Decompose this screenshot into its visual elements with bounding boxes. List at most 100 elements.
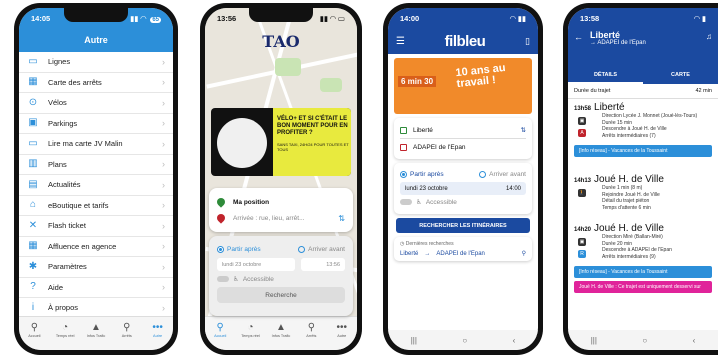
destination-subtitle: → ADAPEI de l'Epan <box>590 40 646 46</box>
date-field[interactable]: lundi 23 octobre <box>217 258 295 271</box>
tab-map[interactable]: CARTE <box>643 68 718 84</box>
screen-filbleu-home: 14:00 ◠ ▮▮ ☰ filbleu ▯ 6 min 30 10 ans a… <box>388 8 538 350</box>
tab-label: Infos Trafic <box>86 334 106 338</box>
menu-item-label: Carte des arrêts <box>48 77 102 87</box>
time-options-panel: Partir après Arriver avant lundi 23 octo… <box>209 236 353 316</box>
tab-accueil[interactable]: ⚲ Accueil <box>208 321 232 350</box>
recents-icon[interactable]: ||| <box>591 336 597 345</box>
info-alert-1[interactable]: [Info réseau] - Vacances de la Toussaint <box>574 145 712 157</box>
tab-autre[interactable]: ••• Autre <box>146 321 170 350</box>
home-icon[interactable]: ○ <box>462 336 467 345</box>
help-icon: ? <box>30 281 36 293</box>
tab-label: Autre <box>337 334 347 338</box>
hamburger-menu-icon[interactable]: ☰ <box>396 36 405 47</box>
tab-autre[interactable]: ••• Autre <box>330 321 354 350</box>
android-nav-bar: ||| ○ ‹ <box>568 330 718 350</box>
time-field[interactable]: 13:56 <box>301 258 345 271</box>
menu-item-car[interactable]: ▣ Parkings › <box>19 113 173 134</box>
home-icon[interactable]: ○ <box>642 336 647 345</box>
menu-list: ▭ Lignes › ▦ Carte des arrêts › ⊙ Vélos › ▣ Parkin… <box>19 52 173 319</box>
menu-item-calendar[interactable]: ▦ Affluence en agence › <box>19 236 173 257</box>
ad-headline: 10 ans au travail ! <box>454 62 507 91</box>
leg-detail-line: Direction Lycée J. Monnet (Joué-lès-Tour… <box>602 113 698 119</box>
swap-icon[interactable]: ⇅ <box>338 214 345 223</box>
battery-icon: 65 <box>150 16 161 23</box>
origin-field[interactable]: Liberté ⇅ <box>394 122 532 138</box>
tab-infos-trafic[interactable]: ▲ Infos Trafic <box>269 321 293 350</box>
status-icons: ◠ ▮ <box>694 13 706 23</box>
arrive-before-radio[interactable]: Arriver avant <box>298 246 345 254</box>
chevron-right-icon: › <box>162 241 165 252</box>
tab-icon: ▲ <box>276 322 286 333</box>
promo-banner[interactable]: VÉLO+ ET SI C'ÉTAIT LE BON MOMENT POUR E… <box>211 108 351 176</box>
tab-icon: ⚲ <box>30 322 39 333</box>
recent-search-item[interactable]: Liberté → ADAPEI de l'Epan ⚲ <box>400 250 526 258</box>
info-alert-2[interactable]: [Info réseau] - Vacances de la Toussaint <box>574 266 712 278</box>
accessible-toggle[interactable]: ♿ Accessible <box>400 195 526 209</box>
destination-placeholder: Arrivée : rue, lieu, arrêt... <box>233 214 305 222</box>
menu-item-label: Affluence en agence <box>48 241 117 251</box>
menu-item-shop[interactable]: ⌂ eBoutique et tarifs › <box>19 195 173 216</box>
menu-item-label: Parkings <box>48 118 78 128</box>
screen-tao-home: 13:56 ▮▮ ◠ ▭ TAO VÉLO+ ET SI C'ÉTAIT LE … <box>205 8 357 350</box>
leg-1: 13h58 Liberté ▣ A Direction Lycée J. Monn… <box>568 99 718 142</box>
chevron-right-icon: › <box>162 179 165 190</box>
tab-label: Arrêts <box>306 334 317 338</box>
tab-accueil[interactable]: ⚲ Accueil <box>22 321 46 350</box>
menu-item-bus-line[interactable]: ▭ Lignes › <box>19 52 173 73</box>
accessible-toggle[interactable]: ♿ Accessible <box>217 271 345 287</box>
search-icon[interactable]: ⚲ <box>522 250 526 257</box>
destination-field[interactable]: Arrivée : rue, lieu, arrêt... ⇅ <box>215 210 345 226</box>
route-form: Ma position Arrivée : rue, lieu, arrêt..… <box>209 188 353 232</box>
back-arrow-icon[interactable]: ← <box>574 32 583 42</box>
ad-banner[interactable]: 6 min 30 10 ans au travail ! <box>394 58 532 114</box>
depart-after-radio[interactable]: Partir après <box>217 246 261 254</box>
arrive-before-radio[interactable]: Arriver avant <box>479 171 526 179</box>
line-a-icon: A <box>578 129 586 137</box>
menu-item-news[interactable]: ▤ Actualités › <box>19 175 173 196</box>
tab-icon: ◔ <box>62 322 69 333</box>
status-icons: ◠ ▮▮ <box>509 13 526 23</box>
chevron-right-icon: › <box>162 56 165 67</box>
menu-item-ticket[interactable]: ✕ Flash ticket › <box>19 216 173 237</box>
origin-field[interactable]: Ma position <box>215 194 345 210</box>
menu-item-plans[interactable]: ▥ Plans › <box>19 154 173 175</box>
bottom-tab-bar: ⚲ Accueil ◔ Temps réel ▲ Infos Trafic ⚲ Arrêts •… <box>19 316 173 350</box>
date-time-field[interactable]: lundi 23 octobre 14:00 <box>400 182 526 195</box>
swap-icon[interactable]: ⇅ <box>521 126 526 134</box>
destination-field[interactable]: ADAPEI de l'Epan <box>394 139 532 155</box>
tab-label: Temps réel <box>241 334 260 338</box>
bell-icon[interactable]: ♫ <box>706 32 712 41</box>
recents-icon[interactable]: ||| <box>411 336 417 345</box>
menu-item-help[interactable]: ? Aide › <box>19 277 173 298</box>
menu-item-label: Plans <box>48 159 67 169</box>
menu-item-card[interactable]: ▭ Lire ma carte JV Malin › <box>19 134 173 155</box>
search-button[interactable]: Recherche <box>217 287 345 303</box>
search-itineraries-button[interactable]: RECHERCHER LES ITINÉRAIRES <box>396 218 530 233</box>
origin-icon <box>400 126 407 134</box>
depart-after-radio[interactable]: Partir après <box>400 171 444 179</box>
screen-jvmalin-menu: 14:05 ▮▮ ◠ 65 Autre ▭ Lignes › ▦ Carte des a… <box>19 8 173 350</box>
menu-item-map[interactable]: ▦ Carte des arrêts › <box>19 72 173 93</box>
menu-item-bike[interactable]: ⊙ Vélos › <box>19 93 173 114</box>
tab-arrêts[interactable]: ⚲ Arrêts <box>115 321 139 350</box>
phone-frame-2: 13:56 ▮▮ ◠ ▭ TAO VÉLO+ ET SI C'ÉTAIT LE … <box>200 3 362 355</box>
duration-row: Durée du trajet 42 min <box>568 84 718 99</box>
leg-detail-line: Arrêts intermédiaires (7) <box>602 132 656 139</box>
tab-temps-réel[interactable]: ◔ Temps réel <box>239 321 263 350</box>
menu-item-gear[interactable]: ✱ Paramètres › <box>19 257 173 278</box>
chevron-right-icon: › <box>162 220 165 231</box>
back-icon[interactable]: ‹ <box>693 336 696 345</box>
tab-arrêts[interactable]: ⚲ Arrêts <box>299 321 323 350</box>
chevron-right-icon: › <box>162 159 165 170</box>
tab-infos-trafic[interactable]: ▲ Infos Trafic <box>84 321 108 350</box>
chevron-right-icon: › <box>162 138 165 149</box>
card-icon[interactable]: ▯ <box>525 36 530 47</box>
info-alert-3[interactable]: Joué H. de Ville : Ce trajet est uniquem… <box>574 281 712 293</box>
tab-details[interactable]: DÉTAILS <box>568 68 643 84</box>
back-icon[interactable]: ‹ <box>513 336 516 345</box>
status-icons: ▮▮ ◠ ▭ <box>319 13 345 23</box>
tab-temps-réel[interactable]: ◔ Temps réel <box>53 321 77 350</box>
chevron-right-icon: › <box>162 118 165 129</box>
ad-left-text: 6 min 30 <box>398 76 437 87</box>
